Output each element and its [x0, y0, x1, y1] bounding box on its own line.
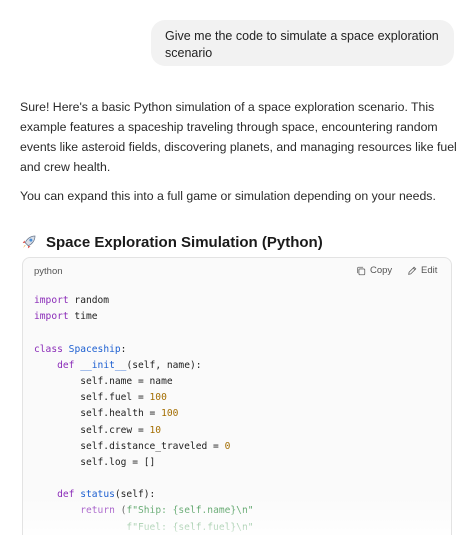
- copy-icon: [357, 266, 366, 275]
- code-token: 10: [149, 424, 162, 436]
- code-token: f"Fuel: {self.fuel}\n": [126, 521, 254, 533]
- code-line: return (f"Ship: {self.name}\n": [34, 503, 443, 519]
- user-message-line: scenario: [165, 46, 213, 60]
- code-token: self.health =: [34, 408, 162, 420]
- code-token: def: [57, 489, 75, 501]
- chat-page: Give me the code to simulate a space exp…: [0, 0, 474, 535]
- code-content: import random import time class Spaceship…: [34, 293, 443, 535]
- code-token: time: [68, 311, 98, 323]
- code-token: 100: [161, 408, 179, 420]
- code-line: self.distance_traveled = 0: [34, 439, 443, 455]
- code-token: import: [34, 311, 69, 323]
- user-message-line: Give me the code to simulate a space exp…: [165, 29, 439, 43]
- code-line: def status(self):: [34, 487, 443, 503]
- code-token: class: [34, 343, 63, 355]
- code-token: self.crew =: [34, 424, 150, 436]
- code-token: return: [80, 505, 115, 517]
- code-token: :: [120, 343, 127, 355]
- code-block: python Copy Edit import random import tim…: [22, 257, 452, 535]
- code-token: (self):: [114, 489, 156, 501]
- code-line: self.crew = 10: [34, 423, 443, 439]
- code-line: self.name = name: [34, 374, 443, 390]
- code-block-header: python Copy Edit: [23, 258, 451, 284]
- code-line: import time: [34, 309, 443, 325]
- code-token: f"Ship: {self.name}\n": [126, 505, 254, 517]
- assistant-answer: Sure! Here's a basic Python simulation o…: [20, 97, 460, 206]
- code-token: random: [68, 295, 110, 306]
- code-line: self.fuel = 100: [34, 390, 443, 406]
- code-token: Spaceship: [68, 343, 121, 355]
- code-token: 0: [224, 440, 231, 452]
- code-token: import: [34, 295, 69, 306]
- code-token: def: [57, 359, 75, 371]
- copy-button-label: Copy: [370, 265, 393, 276]
- edit-button-label: Edit: [421, 265, 438, 276]
- code-language-label: python: [34, 266, 63, 277]
- edit-button[interactable]: Edit: [407, 265, 437, 276]
- copy-button[interactable]: Copy: [356, 265, 392, 276]
- code-token: self.log = []: [34, 456, 156, 468]
- user-message-bubble: Give me the code to simulate a space exp…: [151, 20, 454, 66]
- code-token: self.fuel =: [34, 392, 150, 404]
- code-token: 100: [149, 392, 167, 404]
- rocket-icon: [22, 235, 36, 249]
- code-line: f"Fuel: {self.fuel}\n": [34, 520, 443, 535]
- code-token: status: [80, 489, 115, 501]
- code-token: (self, name):: [126, 359, 202, 371]
- section-title: Space Exploration Simulation (Python): [46, 233, 323, 251]
- pencil-icon: [408, 266, 417, 275]
- code-line: def __init__(self, name):: [34, 358, 443, 374]
- code-line: self.log = []: [34, 455, 443, 471]
- code-token: __init__: [80, 359, 127, 371]
- code-line: self.health = 100: [34, 406, 443, 422]
- answer-paragraph: Sure! Here's a basic Python simulation o…: [20, 100, 457, 174]
- answer-paragraph: You can expand this into a full game or …: [20, 189, 436, 203]
- section-heading: Space Exploration Simulation (Python): [20, 231, 323, 253]
- code-token: self.name = name: [34, 375, 173, 387]
- code-line: class Spaceship:: [34, 342, 443, 358]
- code-line: import random: [34, 293, 443, 309]
- code-token: self.distance_traveled =: [34, 440, 225, 452]
- code-token: (: [114, 505, 127, 517]
